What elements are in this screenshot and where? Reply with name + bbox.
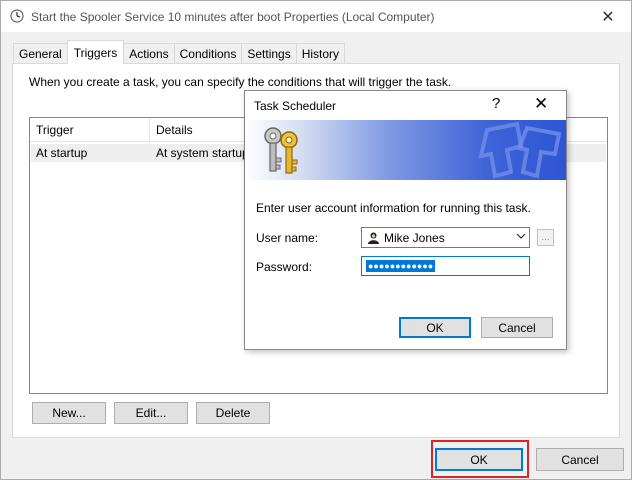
row-trigger-cell: At startup bbox=[36, 146, 88, 160]
clock-icon bbox=[10, 9, 24, 23]
tab-conditions[interactable]: Conditions bbox=[173, 43, 243, 64]
banner-watermark-icon bbox=[478, 121, 562, 179]
dialog-body: Enter user account information for runni… bbox=[245, 180, 566, 349]
tab-general[interactable]: General bbox=[13, 43, 68, 64]
window-title: Start the Spooler Service 10 minutes aft… bbox=[31, 10, 435, 24]
title-bar: Start the Spooler Service 10 minutes aft… bbox=[1, 1, 631, 32]
browse-user-button[interactable]: ... bbox=[537, 229, 554, 246]
triggers-description: When you create a task, you can specify … bbox=[29, 75, 452, 89]
password-label: Password: bbox=[256, 260, 313, 274]
dialog-cancel-button[interactable]: Cancel bbox=[481, 317, 553, 338]
password-field[interactable]: ●●●●●●●●●●●● bbox=[361, 256, 530, 276]
username-label: User name: bbox=[256, 231, 319, 245]
tab-actions[interactable]: Actions bbox=[123, 43, 175, 64]
password-mask: ●●●●●●●●●●●● bbox=[366, 260, 436, 272]
new-trigger-button[interactable]: New... bbox=[32, 402, 106, 424]
tab-settings[interactable]: Settings bbox=[241, 43, 297, 64]
tab-strip: General Triggers Actions Conditions Sett… bbox=[13, 40, 346, 64]
tab-history[interactable]: History bbox=[295, 43, 346, 64]
dialog-message: Enter user account information for runni… bbox=[256, 201, 531, 215]
dialog-banner bbox=[245, 120, 566, 180]
help-icon[interactable]: ? bbox=[492, 95, 500, 112]
chevron-down-icon[interactable] bbox=[516, 231, 526, 244]
dialog-close-button[interactable]: ✕ bbox=[534, 94, 548, 114]
username-combobox[interactable]: Mike Jones bbox=[361, 227, 530, 248]
dialog-title-bar: Task Scheduler ? ✕ bbox=[245, 91, 566, 120]
keys-icon bbox=[264, 127, 298, 174]
dialog-title: Task Scheduler bbox=[254, 99, 337, 113]
window-close-button[interactable]: ✕ bbox=[585, 1, 631, 32]
dialog-ok-button[interactable]: OK bbox=[399, 317, 471, 338]
ok-button-highlight bbox=[431, 440, 529, 478]
tab-triggers[interactable]: Triggers bbox=[66, 40, 125, 64]
column-header-trigger[interactable]: Trigger bbox=[30, 118, 150, 142]
edit-trigger-button[interactable]: Edit... bbox=[114, 402, 188, 424]
username-value: Mike Jones bbox=[384, 230, 445, 245]
delete-trigger-button[interactable]: Delete bbox=[196, 402, 270, 424]
task-scheduler-dialog: Task Scheduler ? ✕ Enter user account in… bbox=[244, 90, 567, 350]
cancel-button[interactable]: Cancel bbox=[536, 448, 624, 471]
user-icon bbox=[367, 231, 380, 244]
